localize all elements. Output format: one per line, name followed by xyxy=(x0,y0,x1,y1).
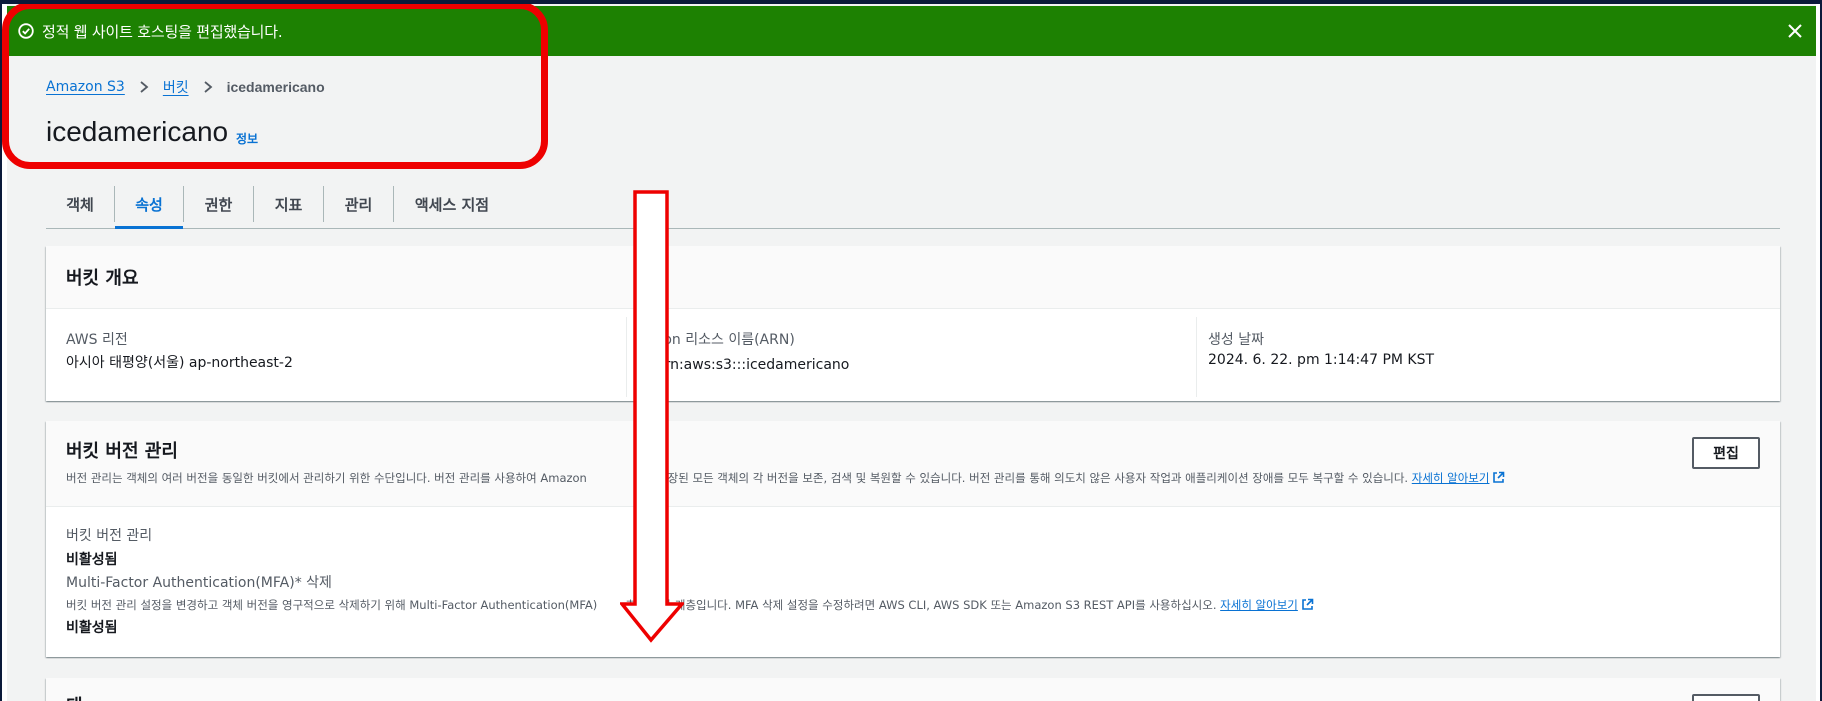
mfa-description: 버킷 버전 관리 설정을 변경하고 객체 버전을 영구적으로 삭제하기 위해 M… xyxy=(66,597,1314,613)
mfa-description-text-rest: 추가 보안 계층입니다. MFA 삭제 설정을 수정하려면 AWS CLI, A… xyxy=(625,598,1217,612)
success-check-icon xyxy=(18,23,34,39)
window-frame-top xyxy=(0,0,1822,4)
region-label: AWS 리전 xyxy=(66,332,128,348)
versioning-status-label: 버킷 버전 관리 xyxy=(66,528,153,544)
arn-value: arn:aws:s3:::icedamericano xyxy=(656,357,850,373)
breadcrumb-amazon-s3[interactable]: Amazon S3 xyxy=(46,79,125,95)
mfa-delete-label: Multi-Factor Authentication(MFA)* 삭제 xyxy=(66,575,332,591)
success-flash-banner: 정적 웹 사이트 호스팅을 편집했습니다. xyxy=(7,6,1816,56)
versioning-status-value: 비활성됨 xyxy=(66,552,118,568)
card-title: 버킷 버전 관리 xyxy=(66,441,178,462)
flash-message: 정적 웹 사이트 호스팅을 편집했습니다. xyxy=(42,23,283,41)
edit-button[interactable]: 편집 xyxy=(1692,437,1760,469)
info-link[interactable]: 정보 xyxy=(236,130,258,147)
tab-access-points[interactable]: 액세스 지점 xyxy=(394,180,510,228)
edit-button-partial[interactable] xyxy=(1692,694,1760,701)
external-link-icon xyxy=(1302,598,1314,610)
bucket-versioning-card: 버킷 버전 관리 편집 버전 관리는 객체의 여러 버전을 동일한 버킷에서 관… xyxy=(46,421,1780,657)
breadcrumb-buckets[interactable]: 버킷 xyxy=(163,77,189,97)
description-text-rest: 에 저장된 모든 객체의 각 버전을 보존, 검색 및 복원할 수 있습니다. … xyxy=(642,471,1409,485)
mfa-learn-more-link[interactable]: 자세히 알아보기 xyxy=(1220,598,1298,612)
close-icon[interactable] xyxy=(1786,22,1804,40)
tab-metrics[interactable]: 지표 xyxy=(254,180,323,228)
tab-bar: 객체 속성 권한 지표 관리 액세스 지점 xyxy=(46,180,1780,229)
column-divider xyxy=(1196,317,1197,397)
next-section-card: 태 xyxy=(46,678,1780,701)
card-header: 버킷 개요 xyxy=(46,246,1780,309)
versioning-description: 버전 관리는 객체의 여러 버전을 동일한 버킷에서 관리하기 위한 수단입니다… xyxy=(66,470,1505,486)
chevron-right-icon xyxy=(140,81,149,93)
region-value: 아시아 태평양(서울) ap-northeast-2 xyxy=(66,355,293,371)
learn-more-link[interactable]: 자세히 알아보기 xyxy=(1412,471,1490,485)
tab-objects[interactable]: 객체 xyxy=(46,180,114,228)
window-frame-left xyxy=(0,0,2,701)
breadcrumb: Amazon S3 버킷 icedamericano xyxy=(46,77,325,97)
external-link-icon xyxy=(1493,471,1505,483)
page-title: icedamericano xyxy=(46,116,229,147)
overview-body: AWS 리전 아시아 태평양(서울) ap-northeast-2 zon 리소… xyxy=(46,309,1780,401)
description-text: 버전 관리는 객체의 여러 버전을 동일한 버킷에서 관리하기 위한 수단입니다… xyxy=(66,471,587,485)
mfa-description-text: 버킷 버전 관리 설정을 변경하고 객체 버전을 영구적으로 삭제하기 위해 M… xyxy=(66,598,598,612)
tab-properties[interactable]: 속성 xyxy=(115,180,183,229)
created-value: 2024. 6. 22. pm 1:14:47 PM KST xyxy=(1208,352,1435,368)
breadcrumb-current-bucket: icedamericano xyxy=(226,79,325,95)
created-label: 생성 날짜 xyxy=(1208,332,1264,348)
tab-management[interactable]: 관리 xyxy=(324,180,393,228)
chevron-right-icon xyxy=(204,81,212,93)
card-title-partial: 태 xyxy=(66,692,83,701)
annotation-down-arrow xyxy=(620,190,684,643)
card-title: 버킷 개요 xyxy=(66,268,139,289)
mfa-delete-value: 비활성됨 xyxy=(66,620,118,636)
card-header: 버킷 버전 관리 편집 버전 관리는 객체의 여러 버전을 동일한 버킷에서 관… xyxy=(46,421,1780,507)
tab-permissions[interactable]: 권한 xyxy=(184,180,253,228)
bucket-overview-card: 버킷 개요 AWS 리전 아시아 태평양(서울) ap-northeast-2 … xyxy=(46,246,1780,401)
card-header: 태 xyxy=(46,678,1780,701)
